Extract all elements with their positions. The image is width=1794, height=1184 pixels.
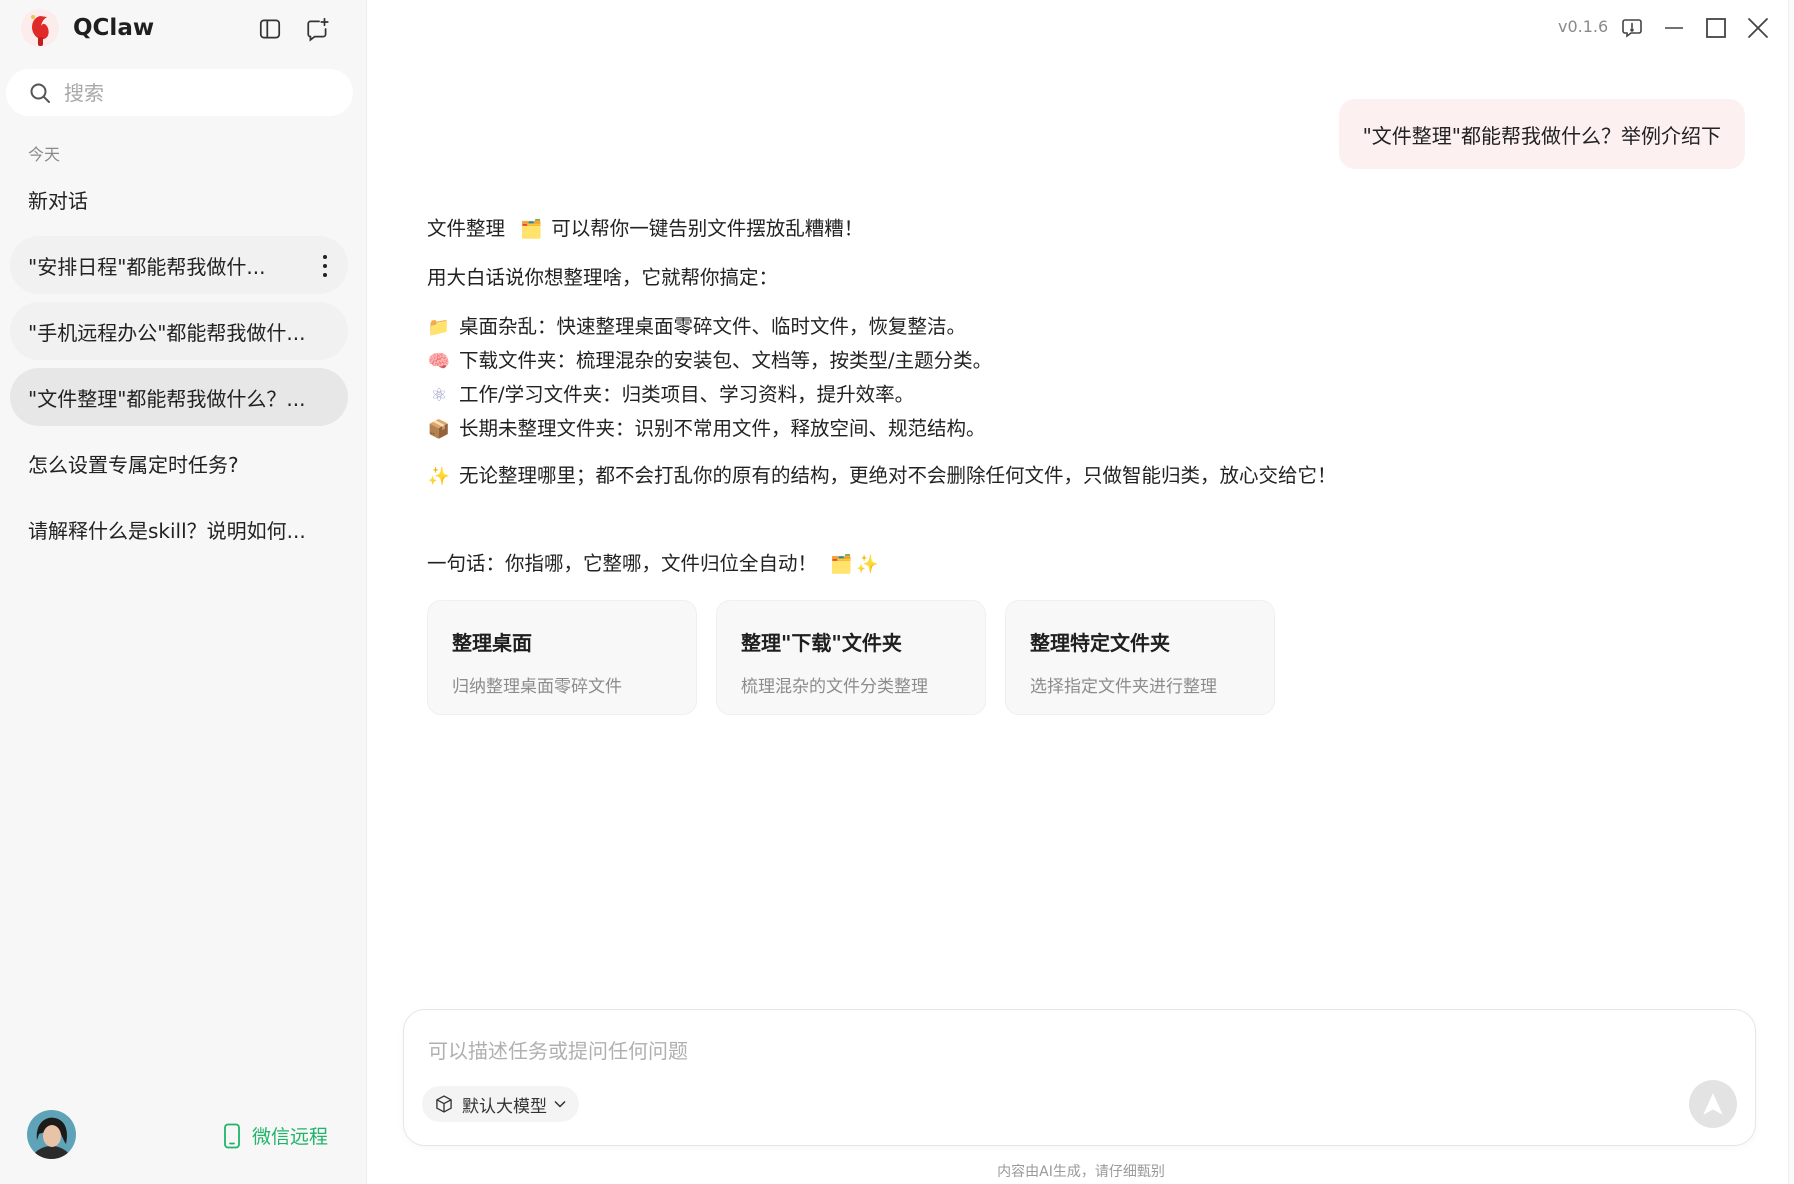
- ai-disclaimer: 内容由AI生成，请仔细甄别: [997, 1164, 1165, 1180]
- answer-summary-text: 一句话：你指哪，它整哪，文件归位全自动！: [427, 552, 818, 575]
- conversation-label: "文件整理"都能帮我做什么？...: [28, 386, 306, 411]
- answer-list-text: 桌面杂乱：快速整理桌面零碎文件、临时文件，恢复整洁。: [459, 315, 967, 338]
- sidebar: QClaw 今天 新对话 "安排日程"都能帮我做什... "手机远程办公"都能帮…: [0, 0, 367, 1184]
- close-button[interactable]: [1742, 12, 1774, 44]
- card-description: 归纳整理桌面零碎文件: [452, 677, 622, 697]
- card-description: 梳理混杂的文件分类整理: [741, 677, 928, 697]
- app-name: QClaw: [73, 15, 155, 41]
- conversation-item[interactable]: 请解释什么是skill？说明如何...: [10, 500, 348, 558]
- brain-emoji-icon: 🧠: [427, 351, 451, 372]
- answer-intro-text: 可以帮你一键告别文件摆放乱糟糟！: [551, 217, 864, 240]
- suggestion-card-downloads[interactable]: 整理"下载"文件夹 梳理混杂的文件分类整理: [716, 600, 986, 715]
- more-options-icon[interactable]: [322, 255, 328, 277]
- user-message-bubble: "文件整理"都能帮我做什么？举例介绍下: [1338, 99, 1745, 169]
- search-input[interactable]: [64, 80, 334, 105]
- atom-emoji-icon: ⚛: [430, 385, 448, 406]
- suggestion-cards: 整理桌面 归纳整理桌面零碎文件 整理"下载"文件夹 梳理混杂的文件分类整理 整理…: [427, 600, 1275, 715]
- conversation-item[interactable]: "手机远程办公"都能帮我做什...: [10, 302, 348, 360]
- answer-note-text: 无论整理哪里；都不会打乱你的原有的结构，更绝对不会删除任何文件，只做智能归类，放…: [459, 464, 1337, 487]
- answer-list-item: ⚛ 工作/学习文件夹：归类项目、学习资料，提升效率。: [427, 378, 992, 412]
- sidebar-panel-icon: [259, 19, 281, 39]
- user-avatar[interactable]: [27, 1110, 76, 1159]
- new-chat-button[interactable]: [301, 12, 335, 46]
- answer-list-text: 下载文件夹：梳理混杂的安装包、文档等，按类型/主题分类。: [459, 349, 993, 372]
- version-label: v0.1.6: [1558, 17, 1609, 36]
- conversation-label: "手机远程办公"都能帮我做什...: [28, 320, 306, 345]
- chevron-down-icon: [554, 1100, 566, 1108]
- folder-note-emoji-icon: 🗂️: [830, 554, 853, 575]
- cube-icon: [436, 1095, 452, 1113]
- answer-summary: 一句话：你指哪，它整哪，文件归位全自动！ 🗂️ ✨: [427, 547, 887, 576]
- answer-list: 📁 桌面杂乱：快速整理桌面零碎文件、临时文件，恢复整洁。 🧠 下载文件夹：梳理混杂的…: [427, 310, 992, 446]
- maximize-icon: [1706, 18, 1726, 38]
- model-selector-label: 默认大模型: [462, 1096, 547, 1117]
- answer-lead: 用大白话说你想整理啥，它就帮你搞定：: [427, 266, 779, 289]
- conversation-item[interactable]: 怎么设置专属定时任务?: [10, 434, 348, 492]
- card-title: 整理"下载"文件夹: [741, 631, 902, 655]
- feedback-icon: [1622, 19, 1642, 38]
- folder-emoji-icon: 📁: [427, 317, 451, 338]
- conversation-label: 新对话: [28, 188, 88, 213]
- minimize-icon: [1665, 27, 1683, 29]
- answer-list-item: 📁 桌面杂乱：快速整理桌面零碎文件、临时文件，恢复整洁。: [427, 310, 992, 344]
- window-right-edge: [1788, 0, 1794, 1184]
- qclaw-logo-icon: [21, 9, 59, 47]
- answer-list-item: 🧠 下载文件夹：梳理混杂的安装包、文档等，按类型/主题分类。: [427, 344, 992, 378]
- conversation-label: "安排日程"都能帮我做什...: [28, 254, 266, 279]
- brand: QClaw: [20, 8, 154, 48]
- answer-list-text: 工作/学习文件夹：归类项目、学习资料，提升效率。: [459, 383, 915, 406]
- wechat-remote-label: 微信远程: [252, 1126, 329, 1148]
- suggestion-card-desktop[interactable]: 整理桌面 归纳整理桌面零碎文件: [427, 600, 697, 715]
- search-box[interactable]: [6, 69, 353, 116]
- package-emoji-icon: 📦: [427, 419, 451, 440]
- conversation-label: 怎么设置专属定时任务?: [28, 452, 239, 477]
- answer-list-text: 长期未整理文件夹：识别不常用文件，释放空间、规范结构。: [459, 417, 986, 440]
- phone-icon: [224, 1123, 240, 1148]
- sparkles-emoji-icon: ✨: [856, 554, 879, 575]
- chat-main: v0.1.6 "文件整理"都能帮我做什么？举例介绍下 文件整理 🗂️ 可以帮你一键…: [368, 0, 1794, 1184]
- answer-intro: 文件整理 🗂️ 可以帮你一键告别文件摆放乱糟糟！: [427, 212, 863, 241]
- answer-intro-title: 文件整理: [427, 217, 506, 240]
- send-button[interactable]: [1689, 1080, 1737, 1128]
- close-icon: [1748, 18, 1768, 38]
- send-arrow-icon: [1703, 1093, 1723, 1115]
- feedback-button[interactable]: [1616, 12, 1648, 44]
- message-input[interactable]: [428, 1035, 1628, 1071]
- maximize-button[interactable]: [1700, 12, 1732, 44]
- section-label-today: 今天: [28, 145, 61, 164]
- card-title: 整理特定文件夹: [1030, 631, 1170, 655]
- model-selector[interactable]: 默认大模型: [422, 1086, 579, 1122]
- wechat-remote-button[interactable]: 微信远程: [222, 1122, 328, 1149]
- answer-list-item: 📦 长期未整理文件夹：识别不常用文件，释放空间、规范结构。: [427, 412, 992, 446]
- suggestion-card-specific-folder[interactable]: 整理特定文件夹 选择指定文件夹进行整理: [1005, 600, 1275, 715]
- conversation-item[interactable]: 新对话: [10, 170, 348, 228]
- conversation-item-active[interactable]: "文件整理"都能帮我做什么？...: [10, 368, 348, 426]
- folder-note-emoji-icon: 🗂️: [520, 219, 543, 240]
- composer: 默认大模型: [403, 1009, 1756, 1146]
- user-message-text: "文件整理"都能帮我做什么？举例介绍下: [1362, 123, 1721, 148]
- minimize-button[interactable]: [1658, 12, 1690, 44]
- search-icon: [30, 83, 50, 103]
- conversation-label: 请解释什么是skill？说明如何...: [28, 518, 306, 543]
- conversation-item[interactable]: "安排日程"都能帮我做什...: [10, 236, 348, 294]
- card-description: 选择指定文件夹进行整理: [1030, 677, 1217, 697]
- sparkles-emoji-icon: ✨: [427, 466, 451, 487]
- toggle-sidebar-button[interactable]: [253, 12, 287, 46]
- avatar-image: [27, 1110, 76, 1159]
- answer-note: ✨ 无论整理哪里；都不会打乱你的原有的结构，更绝对不会删除任何文件，只做智能归类，…: [427, 459, 1337, 494]
- new-chat-icon: [307, 17, 329, 42]
- card-title: 整理桌面: [452, 631, 532, 655]
